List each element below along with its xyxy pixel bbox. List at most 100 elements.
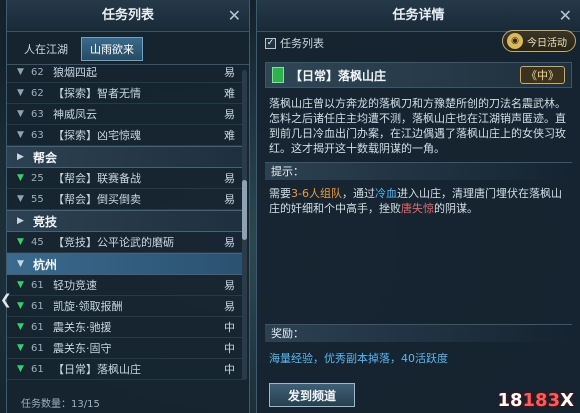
task-difficulty: 难 [224,129,235,142]
task-level: 61 [31,321,44,333]
task-list-panel: 任务列表 ✕ 人在江湖 山雨欲来 ▼ 62 狼烟四起易 ▼ 62 【探索】智者无情难 ▼ 63… [6,0,250,413]
quest-title: 【日常】落枫山庄 [290,68,387,83]
task-group-name: 竞技 [33,214,58,229]
task-level: 25 [31,172,44,184]
reward-text: 海量经验，优秀副本掉落，40活跃度 [269,352,448,365]
tab-shanyu[interactable]: 山雨欲来 [81,37,143,61]
calendar-icon: ◉ [507,33,523,49]
task-level: 61 [31,363,44,375]
task-difficulty: 易 [224,66,235,79]
task-difficulty: 易 [224,236,235,249]
chevron-down-icon: ▼ [17,322,24,332]
task-name: 【竞技】公平论武的磨砺 [53,236,174,249]
watermark-part-3: X [560,390,574,411]
chevron-right-icon: ▶ [17,152,24,162]
send-to-channel-button[interactable]: 发到频道 [269,383,355,407]
quest-description: 落枫山庄曾以方奔龙的落枫刀和方豫楚所创的刀法名震武林。怎料之后诸任庄主均遭不测，… [269,97,566,155]
hint-label: 提示： [265,162,572,180]
chevron-down-icon: ▼ [17,301,24,311]
scrollbar[interactable] [242,70,247,380]
today-activity-button[interactable]: ◉ 今日活动 [502,30,576,52]
task-detail-panel: 任务详情 ✕ ✓ 任务列表 ◉ 今日活动 【日常】落枫山庄 《中》 落枫山庄曾以… [256,0,580,413]
task-row[interactable]: ▼ 61 【日常】落枫山庄 中 [7,359,243,380]
task-group-header[interactable]: ▶ 帮会 [7,146,243,168]
task-level: 62 [31,66,44,78]
quest-hint: 需要3-6人组队，通过冷血进入山庄，清理唐门埋伏在落枫山庄的奸细和个中高手，挫败… [269,186,568,216]
chevron-down-icon: ▼ [17,130,24,140]
task-row[interactable]: ▼ 62 【探索】智者无情 难 [7,83,243,104]
task-name: 【探索】智者无情 [53,87,141,100]
task-difficulty: 中 [224,363,235,376]
task-row[interactable]: ▼ 62 狼烟四起 易 [7,62,243,83]
chevron-down-icon: ▼ [17,67,24,77]
task-list-title: 任务列表 ✕ [7,0,249,32]
task-level: 63 [31,108,44,120]
quest-header: 【日常】落枫山庄 《中》 [265,62,572,88]
chevron-down-icon: ▼ [17,280,24,290]
hint-boss-name: 唐失惊 [401,202,434,215]
detail-subbar: ✓ 任务列表 ◉ 今日活动 [257,30,580,54]
task-row[interactable]: ▼ 61 凯旋·领取报酬 易 [7,296,243,317]
task-difficulty: 易 [224,172,235,185]
task-list-checkbox-label: 任务列表 [280,37,324,50]
close-icon[interactable]: ✕ [559,0,572,32]
task-level: 61 [31,342,44,354]
task-row[interactable]: ▼ 61 轻功竞速 易 [7,275,243,296]
task-row[interactable]: ▼ 45 【竞技】公平论武的磨砺 易 [7,232,243,253]
task-name: 【帮会】倒买倒卖 [53,193,141,206]
difficulty-value: 中 [537,69,548,82]
task-level: 63 [31,129,44,141]
task-detail-title-text: 任务详情 [392,8,445,23]
task-difficulty: 易 [224,279,235,292]
chevron-down-icon: ▼ [17,109,24,119]
task-name: 震关东·驰援 [53,321,112,334]
task-group-header[interactable]: ▼ 杭州 [7,253,243,275]
task-level: 62 [31,87,44,99]
close-icon[interactable]: ✕ [228,0,241,32]
task-count: 任务数量：13/15 [21,399,100,410]
task-group-header[interactable]: ▶ 竞技 [7,210,243,232]
chevron-down-icon: ▼ [17,237,24,247]
today-activity-label: 今日活动 [527,37,567,49]
task-name: 【帮会】联赛备战 [53,172,141,185]
chevron-right-icon: ▶ [17,216,24,226]
watermark-logo: 18183X [497,390,574,411]
watermark-part-1: 18 [497,390,523,411]
scrollbar-thumb[interactable] [242,180,247,240]
chevron-down-icon: ▼ [17,259,24,269]
task-name: 狼烟四起 [53,66,97,79]
chevron-down-icon: ▼ [17,88,24,98]
task-name: 神威凤云 [53,108,97,121]
task-row[interactable]: ▼ 55 【帮会】倒买倒卖 易 [7,189,243,210]
task-level: 61 [31,279,44,291]
task-name: 【探索】凶宅惊魂 [53,129,141,142]
task-row[interactable]: ▼ 61 震关东·驰援 中 [7,317,243,338]
tab-jianghu[interactable]: 人在江湖 [15,37,77,61]
task-level: 45 [31,236,44,248]
chevron-down-icon: ▼ [17,173,24,183]
task-row[interactable]: ▼ 63 【探索】凶宅惊魂 难 [7,125,243,146]
collapse-arrow-icon[interactable]: ❮ [0,292,12,308]
task-name: 轻功竞速 [53,279,97,292]
task-name: 震关东·固守 [53,342,112,355]
task-level: 55 [31,193,44,205]
hint-text-2: ，通过 [341,187,375,200]
task-row[interactable]: ▼ 61 震关东·固守 中 [7,338,243,359]
quest-scroll-icon [272,67,284,83]
task-level: 61 [31,300,44,312]
task-tabs: 人在江湖 山雨欲来 [7,32,249,65]
task-detail-title: 任务详情 ✕ [257,0,580,32]
hint-team-size: 3-6人组队 [291,187,342,200]
chevron-down-icon: ▼ [17,343,24,353]
task-row[interactable]: ▼ 25 【帮会】联赛备战 易 [7,168,243,189]
reward-label: 奖励： [265,324,572,342]
task-difficulty: 中 [224,321,235,334]
task-difficulty: 难 [224,87,235,100]
chevron-down-icon: ▼ [17,194,24,204]
hint-npc-link[interactable]: 冷血 [375,187,397,200]
hint-text-1: 需要 [269,187,291,200]
task-list-checkbox[interactable]: ✓ [265,37,276,49]
chevron-down-icon: ▼ [17,364,24,374]
task-row[interactable]: ▼ 63 神威凤云 易 [7,104,243,125]
task-group-name: 杭州 [33,257,58,272]
